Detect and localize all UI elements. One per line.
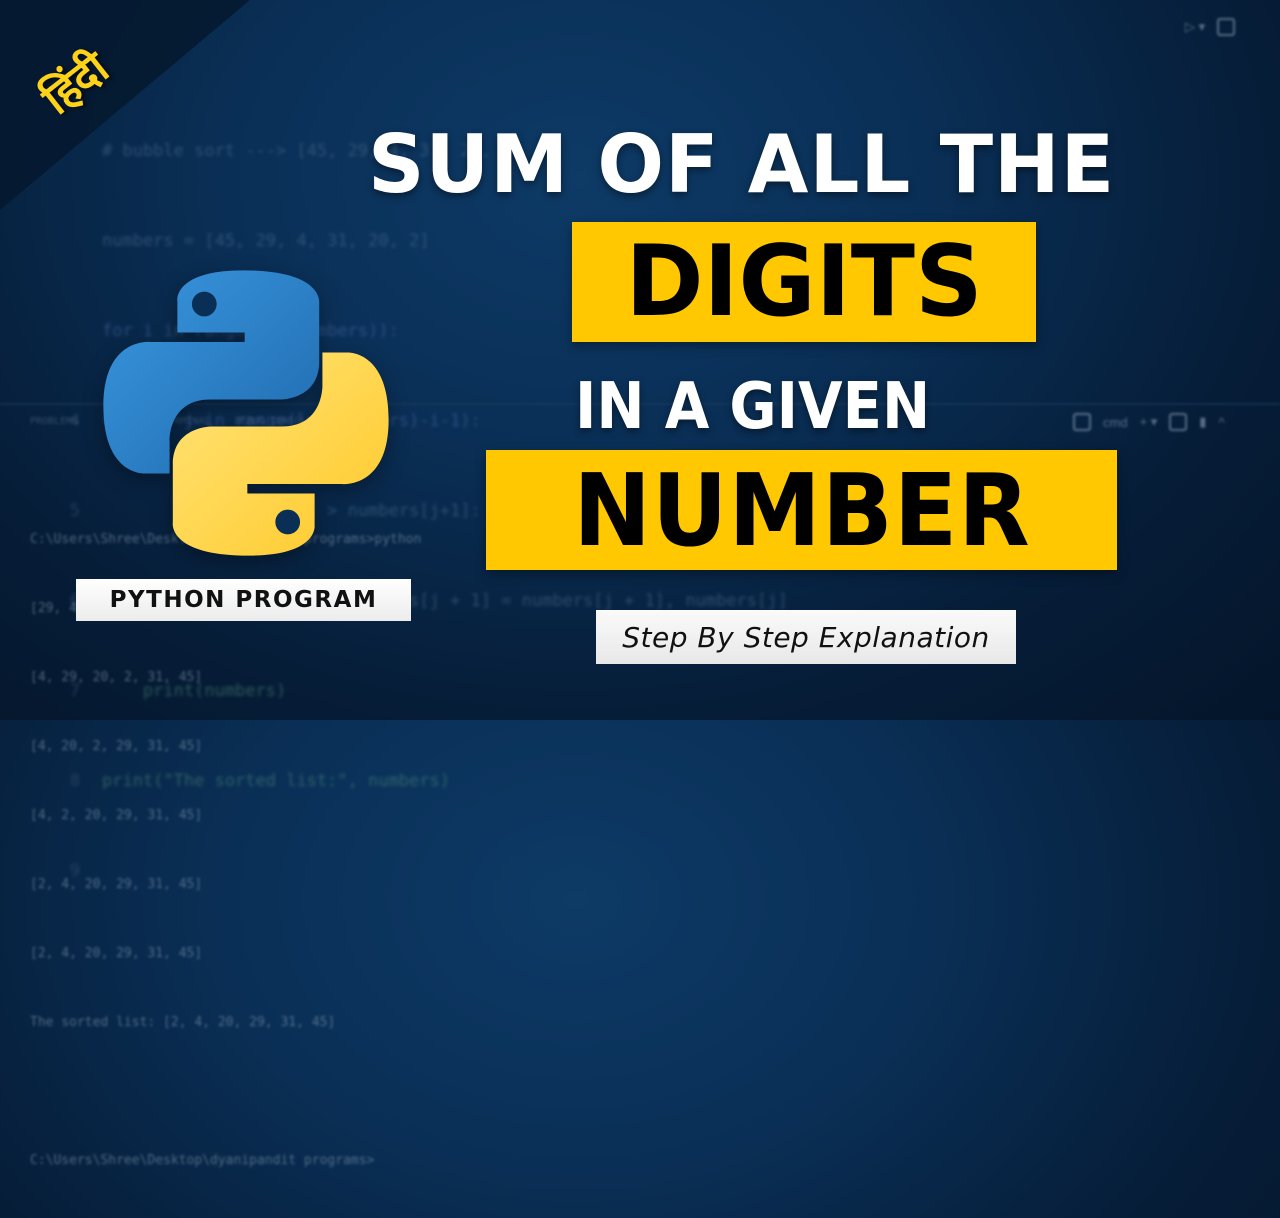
subtitle-label: Step By Step Explanation [622,620,990,654]
split-terminal-icon [1169,413,1188,431]
highlight-box-digits: DIGITS [572,222,1036,342]
terminal-shell-label: cmd [1103,414,1128,430]
terminal-line: The sorted list: [2, 4, 20, 29, 31, 45] [30,1015,336,1030]
headline-line-4: NUMBER [572,451,1031,569]
headline-line-2: DIGITS [625,225,983,339]
terminal-line: C:\Users\Shree\Desktop\dyanipandit progr… [30,1153,375,1168]
corner-banner [0,0,250,210]
python-logo-icon [103,270,389,556]
trash-icon: ▮ [1199,414,1207,429]
terminal-icon [1073,413,1091,431]
terminal-line: [4, 2, 20, 29, 31, 45] [30,808,203,823]
terminal-line: [2, 4, 20, 29, 31, 45] [30,946,203,961]
subtitle-badge: Step By Step Explanation [596,610,1016,664]
add-terminal-icon: + ▾ [1139,414,1158,429]
program-type-label: PYTHON PROGRAM [109,587,378,613]
headline-line-1: SUM OF ALL THE [368,118,1116,211]
terminal-toolbar: cmd + ▾ ▮ ^ [1073,413,1225,431]
editor-toolbar: ▷ ▾ [1185,18,1236,36]
headline-line-3: IN A GIVEN [575,370,931,444]
terminal-line: [2, 4, 20, 29, 31, 45] [30,877,203,892]
chevron-up-icon: ^ [1218,414,1225,430]
highlight-box-number: NUMBER [486,450,1117,570]
terminal-line: [4, 20, 2, 29, 31, 45] [30,739,203,754]
terminal-line: [4, 29, 20, 2, 31, 45] [30,670,203,685]
split-editor-icon [1217,18,1236,36]
run-icon: ▷ ▾ [1185,19,1206,34]
program-type-badge: PYTHON PROGRAM [76,579,411,621]
